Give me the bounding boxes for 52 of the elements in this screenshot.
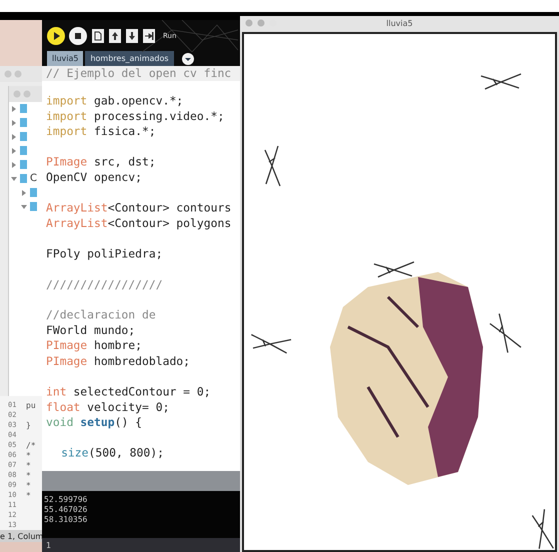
export-button[interactable]: [143, 28, 155, 42]
code-line: PImage hombredoblado;: [46, 354, 192, 369]
code-line: size(500, 800);: [60, 444, 165, 461]
stop-button[interactable]: [69, 26, 87, 44]
expand-arrow-icon[interactable]: [11, 148, 17, 154]
open-button[interactable]: [109, 28, 121, 42]
code-line: /////////////////: [46, 276, 164, 292]
stick-figure-drawing: [479, 72, 523, 92]
collapse-arrow-icon[interactable]: [11, 176, 17, 182]
code-text: *: [26, 460, 31, 470]
run-button[interactable]: [47, 26, 65, 44]
code-line: FWorld mundo;: [46, 323, 136, 338]
code-text: *: [26, 480, 31, 490]
console-line: 55.467026: [44, 505, 88, 515]
window-title: lluvia5: [386, 19, 413, 28]
save-button[interactable]: [126, 28, 138, 42]
code-line: FPoly poliPiedra;: [46, 246, 164, 262]
expand-arrow-icon[interactable]: [11, 106, 17, 112]
stick-figure-drawing: [372, 260, 416, 280]
expand-arrow-icon[interactable]: [11, 134, 17, 140]
code-text: *: [26, 470, 31, 480]
code-line: float velocity= 0;: [46, 400, 170, 415]
code-line: ArrayList<Contour> polygons: [46, 216, 232, 232]
sketch-tab[interactable]: hombres_animados: [85, 51, 174, 66]
sketch-tab[interactable]: lluvia5: [47, 51, 84, 66]
code-text: /*: [26, 440, 36, 450]
code-line: OpenCV opencv;: [46, 170, 144, 186]
code-line: int selectedContour = 0;: [46, 384, 212, 400]
new-file-button[interactable]: [92, 28, 104, 42]
line-number: 1: [46, 540, 52, 550]
collapse-arrow-icon[interactable]: [21, 204, 27, 210]
code-line: //declaracion de: [46, 307, 157, 324]
code-text: }: [26, 420, 31, 430]
console-line: 52.599796: [44, 495, 88, 505]
stick-figure-drawing: [262, 144, 282, 188]
code-line: void setup() {: [46, 414, 144, 430]
expand-arrow-icon[interactable]: [11, 162, 17, 168]
code-line: PImage src, dst;: [46, 154, 157, 170]
code-line: import fisica.*;: [46, 124, 157, 140]
code-text: pu: [26, 400, 36, 410]
code-line: import gab.opencv.*;: [46, 92, 184, 109]
code-line: import processing.video.*;: [46, 108, 226, 124]
cursor-position-text: e 1, Colum: [0, 532, 44, 540]
tab-menu-icon[interactable]: [182, 52, 194, 64]
expand-arrow-icon[interactable]: [11, 120, 17, 126]
code-line: PImage hombre;: [46, 338, 144, 354]
folder-label[interactable]: C: [30, 174, 37, 184]
console-line: 58.310356: [44, 515, 88, 525]
code-text: *: [26, 450, 31, 460]
code-line: ArrayList<Contour> contours: [46, 200, 232, 216]
code-text: *: [26, 490, 31, 500]
expand-arrow-icon[interactable]: [21, 190, 27, 196]
